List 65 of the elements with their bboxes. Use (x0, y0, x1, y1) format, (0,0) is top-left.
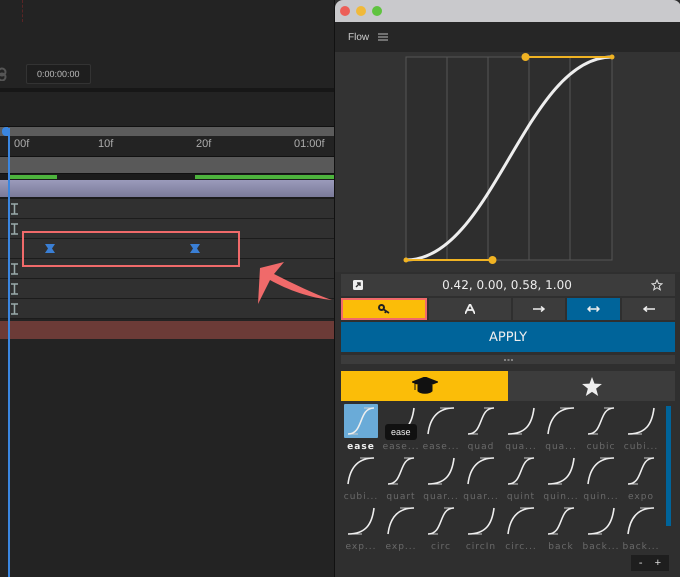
preset-label: cubic (586, 442, 616, 452)
preset-label: quar... (463, 492, 499, 502)
zoom-control-button[interactable]: + (652, 557, 663, 569)
preset-label: expo (628, 492, 654, 502)
render-bar (10, 175, 57, 179)
keyframe-icon[interactable] (45, 244, 55, 253)
preset-label: back... (582, 542, 620, 552)
preset-label: qua... (505, 442, 537, 452)
keyframe-icon[interactable] (190, 244, 200, 253)
preset-label: circ... (505, 542, 537, 552)
preset-label: cubi... (624, 442, 658, 452)
ruler-label: 20f (196, 138, 212, 150)
marker-icon (11, 202, 18, 214)
ruler-label: 00f (14, 138, 30, 150)
preset-label: quint (506, 492, 536, 502)
key-icon (378, 304, 390, 314)
preset-label: qua... (545, 442, 577, 452)
preset-label: quin... (543, 492, 579, 502)
preset-label: quin... (583, 492, 619, 502)
tab[interactable] (341, 371, 508, 401)
preset-label: back (548, 542, 574, 552)
ruler-label: 01:00f (294, 138, 325, 150)
preset-label: circIn (466, 542, 496, 552)
preset-label: ease... (382, 442, 420, 452)
resize-icon[interactable] (353, 280, 363, 290)
preset-label: exp... (385, 542, 416, 552)
graduation-cap-icon (412, 377, 438, 395)
preset-label: ease... (422, 442, 460, 452)
preset-label: ease (347, 442, 375, 452)
tooltip: ease (385, 424, 417, 440)
marker-icon (11, 262, 18, 274)
font-icon (464, 304, 475, 314)
preset-label: cubi... (344, 492, 378, 502)
ruler-label: 10f (98, 138, 114, 150)
scrollbar[interactable] (666, 406, 671, 526)
panel-title: Flow (348, 32, 370, 42)
preset-label: quart (386, 492, 416, 502)
tab[interactable] (508, 371, 675, 401)
timecode-field[interactable]: 0:00:00:00 (26, 64, 91, 84)
curve-thumbnail[interactable] (344, 404, 378, 438)
menu-icon[interactable] (378, 33, 388, 41)
mode-button[interactable] (567, 298, 620, 320)
star-icon (582, 376, 602, 396)
timeline-scrollbar[interactable] (0, 126, 334, 136)
arrow-left-icon (642, 306, 655, 312)
double-arrow-icon (587, 306, 600, 312)
preset-label: circ (431, 542, 451, 552)
mode-button[interactable] (622, 298, 675, 320)
preset-label: quad (468, 442, 494, 452)
resize-handle[interactable] (341, 355, 675, 364)
marker-icon (11, 282, 18, 294)
curve-values: 0.42, 0.00, 0.58, 1.00 (442, 278, 572, 292)
preset-label: quar... (423, 492, 459, 502)
mode-button[interactable] (428, 298, 511, 320)
arrow-right-icon (533, 306, 546, 312)
marker-icon (11, 222, 18, 234)
preset-label: exp... (345, 542, 376, 552)
apply-button[interactable]: APPLY (341, 322, 675, 352)
zoom-control-button[interactable]: - (636, 557, 645, 569)
marker-icon (11, 302, 18, 314)
star-icon[interactable] (650, 279, 663, 291)
layer-bar[interactable] (0, 180, 334, 199)
mode-button[interactable] (512, 298, 566, 320)
mode-button[interactable] (341, 298, 427, 320)
preset-label: back... (622, 542, 660, 552)
